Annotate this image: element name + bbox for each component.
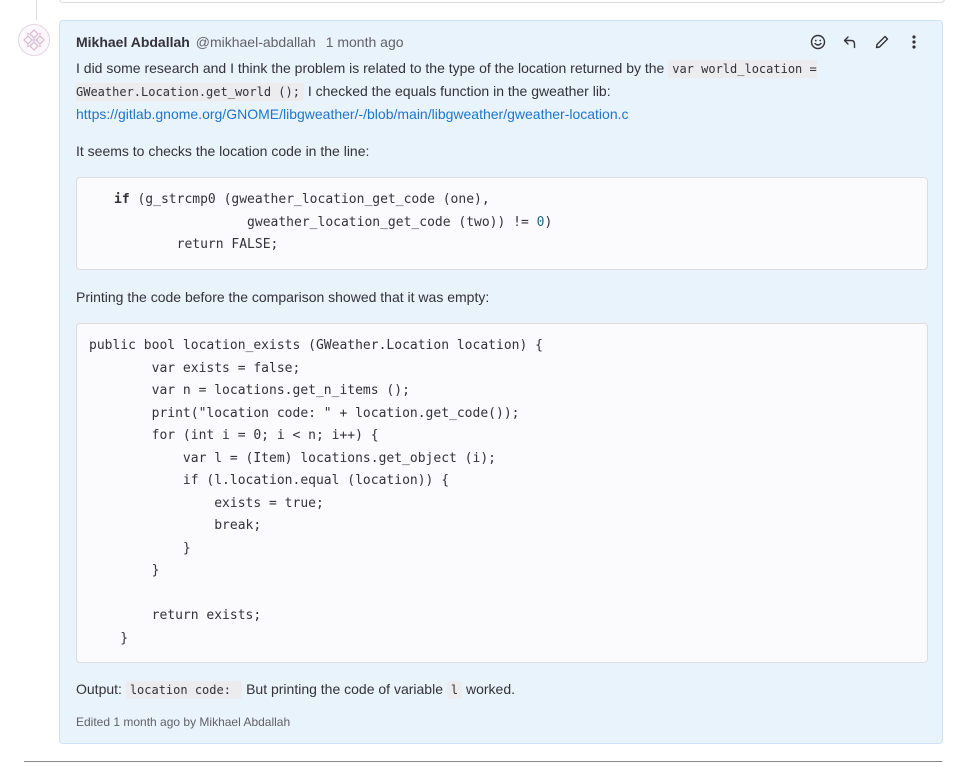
code-line: return FALSE;: [114, 237, 279, 252]
paragraph-research: I did some research and I think the prob…: [76, 57, 928, 125]
code-line: gweather_location_get_code (two)) !=: [114, 214, 537, 230]
edited-note: Edited 1 month ago by Mikhael Abdallah: [76, 715, 291, 729]
code-block-location-exists: public bool location_exists (GWeather.Lo…: [76, 323, 928, 663]
edit-button[interactable]: [866, 31, 898, 53]
text: But printing the code of variable: [246, 681, 443, 697]
note-body: I did some research and I think the prob…: [76, 57, 928, 701]
code-keyword: if: [114, 192, 130, 207]
code-block-strcmp: if (g_strcmp0 (gweather_location_get_cod…: [76, 177, 928, 270]
code-line: ): [544, 214, 553, 230]
inline-code-variable: l: [446, 681, 463, 699]
more-actions-button[interactable]: [898, 31, 930, 53]
previous-note-bottom: [59, 0, 945, 3]
text: I checked the equals function in the gwe…: [307, 83, 611, 99]
text: Output:: [76, 681, 122, 697]
note-actions: [802, 31, 930, 53]
note-timestamp[interactable]: 1 month ago: [326, 34, 404, 50]
note-card: Mikhael Abdallah @mikhael-abdallah 1 mon…: [59, 20, 943, 744]
timeline-line: [36, 0, 37, 20]
text: I did some research and I think the prob…: [76, 60, 665, 76]
note-header: Mikhael Abdallah @mikhael-abdallah 1 mon…: [76, 32, 404, 52]
author-handle[interactable]: @mikhael-abdallah: [196, 34, 316, 50]
add-reaction-button[interactable]: [802, 31, 834, 53]
avatar[interactable]: [18, 24, 50, 56]
reply-icon: [843, 36, 856, 49]
edit-pencil-icon: [875, 35, 889, 49]
gweather-location-link[interactable]: https://gitlab.gnome.org/GNOME/libgweath…: [76, 106, 629, 122]
identicon-icon: [23, 29, 45, 51]
reply-button[interactable]: [834, 31, 866, 53]
author-name[interactable]: Mikhael Abdallah: [76, 34, 190, 50]
inline-code-output: location code:: [125, 681, 243, 699]
section-divider: [24, 761, 942, 762]
paragraph-output: Output: location code: But printing the …: [76, 678, 928, 701]
paragraph-printing: Printing the code before the comparison …: [76, 289, 490, 305]
text: worked.: [466, 681, 516, 697]
emoji-icon: [810, 34, 826, 50]
paragraph-checks: It seems to checks the location code in …: [76, 143, 370, 159]
code-line: (g_strcmp0 (gweather_location_get_code (…: [129, 192, 490, 207]
more-actions-icon: [912, 35, 916, 49]
